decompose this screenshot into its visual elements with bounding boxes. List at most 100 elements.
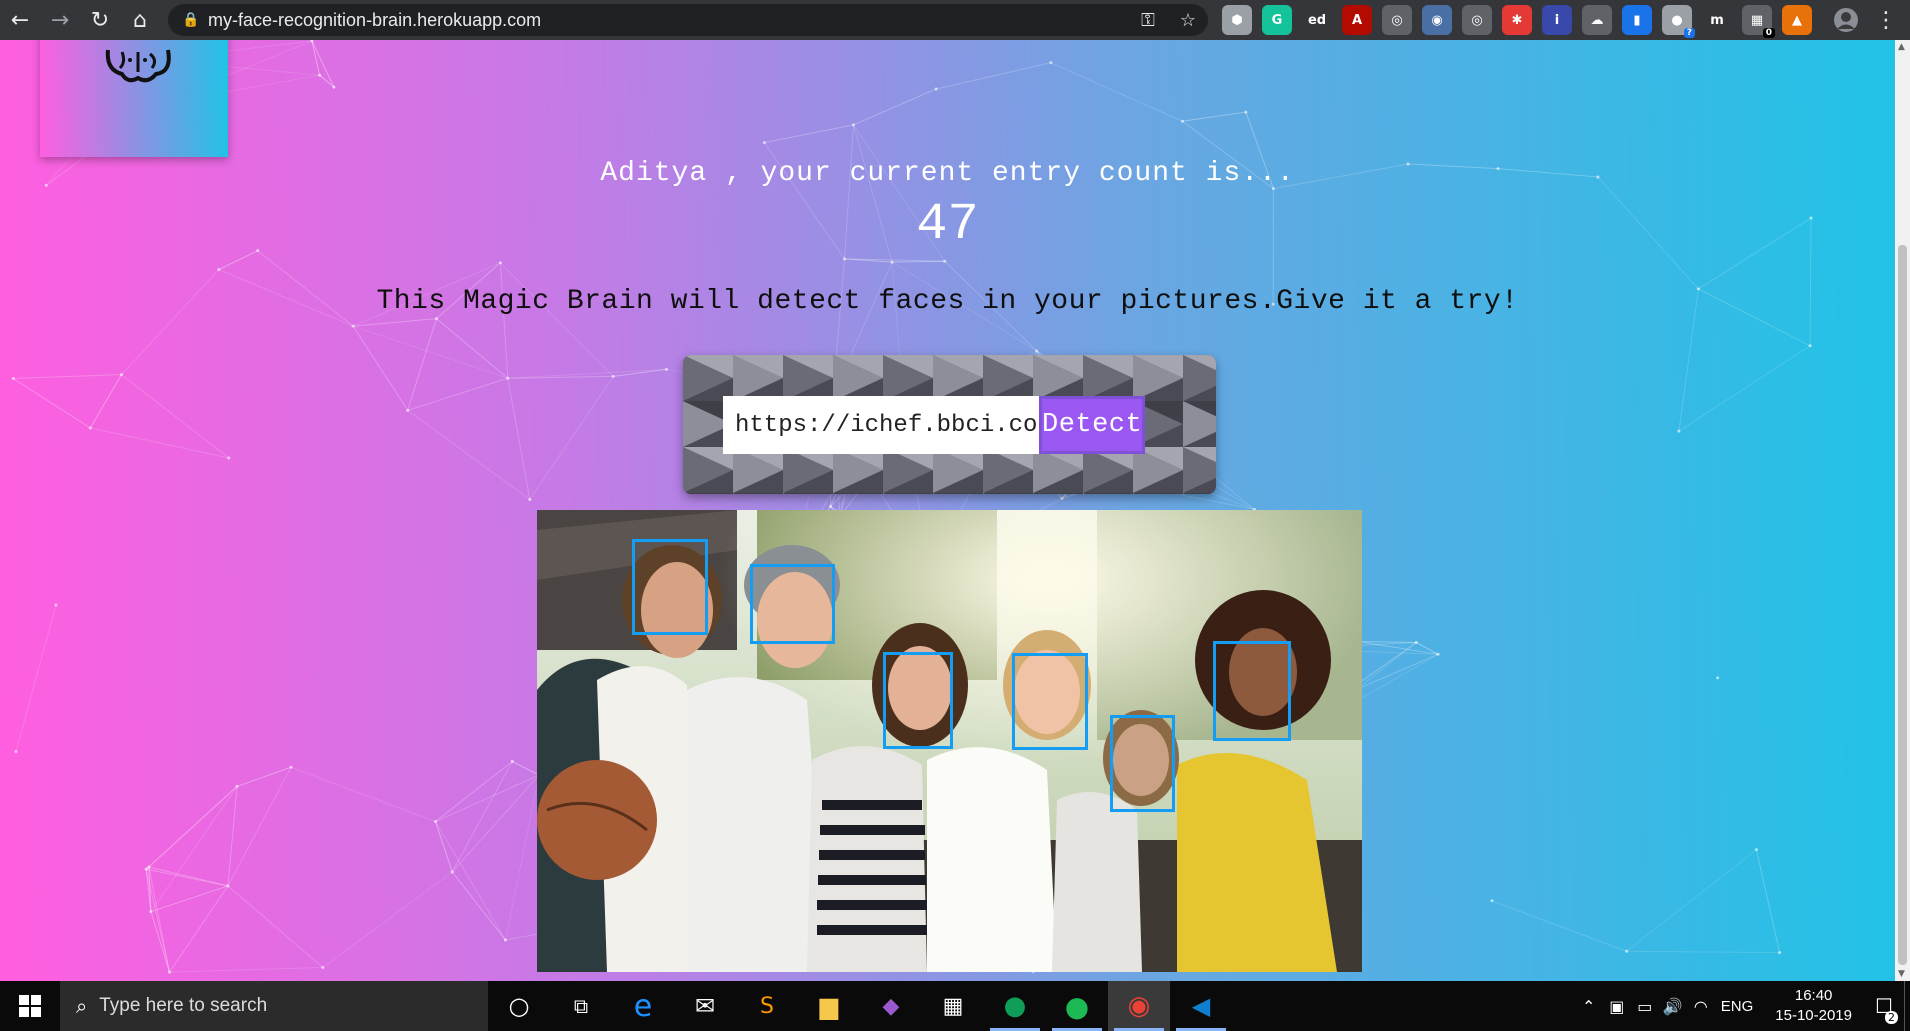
particle-dot — [851, 123, 855, 127]
particle-link — [319, 74, 335, 88]
edge-icon[interactable]: e — [612, 981, 674, 1031]
extensions-bar: ⬢ Ged A ◎ ◉ ◎ ✱ i ☁ ▮ ●? m ▦ 0 ▲ — [1222, 5, 1812, 38]
page-scrollbar[interactable]: ▲ ▼ — [1895, 40, 1910, 981]
store-icon[interactable]: ▦ — [922, 981, 984, 1031]
bulb-extension-icon[interactable]: ◎ — [1382, 5, 1412, 35]
particle-dot — [664, 367, 668, 371]
info-extension-icon[interactable]: i — [1542, 5, 1572, 35]
spotify-icon[interactable]: ● — [1046, 981, 1108, 1031]
particle-dot — [321, 965, 325, 969]
tray-chevron-icon[interactable]: ⌃ — [1575, 997, 1603, 1016]
grammarly-extension-icon[interactable]: G — [1262, 5, 1292, 35]
particle-link — [407, 318, 437, 411]
fire-extension-icon[interactable]: ▲ — [1782, 5, 1812, 35]
chat-extension-icon[interactable]: ●? — [1662, 5, 1695, 38]
chrome-icon[interactable]: ◉ — [1108, 981, 1170, 1031]
particle-link — [1755, 849, 1781, 953]
pattern-triangle — [983, 493, 1033, 494]
particle-link — [1050, 62, 1183, 122]
particle-dot — [1035, 349, 1039, 353]
cube-extension-icon[interactable]: ⬢ — [1222, 5, 1252, 35]
particle-dot — [1716, 676, 1720, 680]
m-extension-icon[interactable]: m — [1702, 5, 1732, 35]
o-extension-icon[interactable]: ◉ — [1422, 5, 1452, 35]
particle-link — [499, 262, 509, 379]
particle-link — [145, 868, 170, 973]
visual-studio-icon[interactable]: ◆ — [860, 981, 922, 1031]
particle-dot — [351, 324, 355, 328]
key-icon[interactable]: ⚿ — [1128, 10, 1168, 31]
start-button[interactable] — [0, 981, 60, 1031]
face-bounding-box — [632, 539, 708, 635]
particle-dot — [226, 884, 230, 888]
profile-avatar[interactable] — [1826, 0, 1866, 40]
particle-dot — [167, 970, 171, 974]
particle-dot — [1244, 110, 1248, 114]
home-icon[interactable]: ⌂ — [120, 0, 160, 40]
back-icon[interactable]: ← — [0, 0, 40, 40]
forward-icon[interactable]: → — [40, 0, 80, 40]
logo-tile[interactable] — [40, 40, 228, 157]
star-icon[interactable]: ☆ — [1168, 10, 1208, 31]
particle-link — [227, 885, 324, 968]
particle-link — [451, 761, 513, 873]
particle-link — [90, 427, 229, 459]
entry-count-value: 47 — [916, 195, 979, 254]
particle-link — [1678, 345, 1811, 432]
sublime-icon[interactable]: S — [736, 981, 798, 1031]
file-explorer-icon[interactable]: ▆ — [798, 981, 860, 1031]
particle-dot — [289, 765, 293, 769]
particle-dot — [506, 376, 510, 380]
bug-extension-icon[interactable]: ✱ — [1502, 5, 1532, 35]
particle-link — [504, 775, 540, 941]
taskbar-search-box[interactable]: ⌕ Type here to search — [60, 981, 488, 1031]
address-bar[interactable]: 🔒 my-face-recognition-brain.herokuapp.co… — [168, 4, 1208, 36]
particle-link — [290, 766, 436, 823]
mail-icon[interactable]: ✉ — [674, 981, 736, 1031]
battery-icon[interactable]: ▭ — [1631, 997, 1659, 1016]
cloud-extension-icon[interactable]: ☁ — [1582, 5, 1612, 35]
face-bounding-box — [883, 652, 953, 749]
bookmark-extension-icon[interactable]: ▮ — [1622, 5, 1652, 35]
pattern-triangle — [883, 493, 933, 494]
particle-dot — [434, 317, 438, 321]
ed-extension-icon[interactable]: ed — [1302, 5, 1332, 35]
particle-dot — [498, 261, 502, 265]
pattern-triangle — [683, 493, 733, 494]
particle-link — [1491, 900, 1627, 952]
particle-dot — [1677, 429, 1681, 433]
action-center-icon[interactable]: ☐ 2 — [1864, 994, 1904, 1024]
particle-link — [936, 62, 1051, 90]
detect-button[interactable]: Detect — [1039, 396, 1145, 454]
browser-menu-icon[interactable]: ⋮ — [1866, 0, 1906, 40]
wifi-icon[interactable]: ◠ — [1687, 997, 1715, 1016]
scroll-thumb[interactable] — [1898, 245, 1907, 965]
cortana-icon[interactable]: ○ — [488, 981, 550, 1031]
particle-link — [853, 88, 937, 126]
particle-link — [311, 40, 321, 76]
particle-dot — [1754, 848, 1758, 852]
particle-link — [1358, 640, 1417, 644]
particle-dot — [1049, 61, 1053, 65]
task-view-icon[interactable]: ⧉ — [550, 981, 612, 1031]
show-desktop-button[interactable] — [1904, 981, 1910, 1031]
tray-app-icon[interactable]: ▣ — [1603, 997, 1631, 1016]
grid-extension-icon[interactable]: ▦ 0 — [1742, 5, 1775, 38]
particle-dot — [829, 505, 833, 509]
hangouts-icon[interactable]: ● — [984, 981, 1046, 1031]
address-url[interactable]: my-face-recognition-brain.herokuapp.com — [208, 10, 1128, 31]
pattern-triangle — [1133, 493, 1183, 494]
particle-link — [529, 376, 614, 500]
target-extension-icon[interactable]: ◎ — [1462, 5, 1492, 35]
scroll-down-icon[interactable]: ▼ — [1898, 969, 1905, 979]
app-tagline: This Magic Brain will detect faces in yo… — [376, 286, 1519, 317]
particle-link — [15, 604, 57, 752]
system-clock[interactable]: 16:40 15-10-2019 — [1775, 986, 1852, 1026]
language-indicator[interactable]: ENG — [1721, 998, 1754, 1015]
volume-icon[interactable]: 🔊 — [1659, 997, 1687, 1016]
image-url-input[interactable] — [723, 396, 1039, 454]
pdf-extension-icon[interactable]: A — [1342, 5, 1372, 35]
vscode-icon[interactable]: ◀ — [1170, 981, 1232, 1031]
reload-icon[interactable]: ↻ — [80, 0, 120, 40]
scroll-up-icon[interactable]: ▲ — [1898, 42, 1905, 52]
